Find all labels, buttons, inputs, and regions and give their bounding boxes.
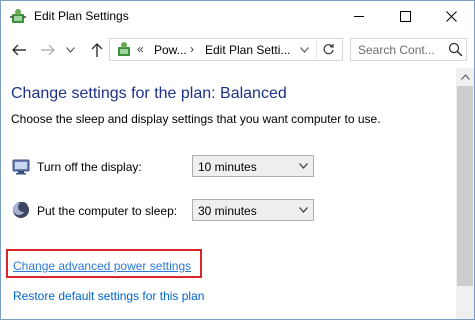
power-options-icon [118, 42, 130, 56]
close-button[interactable] [428, 1, 474, 32]
edit-plan-settings-window: Edit Plan Settings « Pow... › Edit Plan … [0, 0, 475, 320]
chevron-up-icon [460, 73, 470, 80]
close-icon [445, 11, 457, 22]
search-placeholder: Search Cont... [358, 43, 435, 57]
monitor-icon [12, 159, 30, 175]
display-timeout-label: Turn off the display: [37, 160, 142, 174]
content-pane: Change settings for the plan: Balanced C… [1, 68, 456, 319]
back-arrow-icon [12, 44, 26, 56]
search-box[interactable]: Search Cont... [350, 38, 467, 61]
search-icon[interactable] [448, 42, 463, 57]
window-title: Edit Plan Settings [34, 9, 129, 23]
sleep-timeout-label: Put the computer to sleep: [37, 204, 178, 218]
forward-button[interactable] [37, 39, 59, 61]
sleep-timeout-select[interactable]: 30 minutes [192, 199, 314, 221]
chevron-down-icon [299, 46, 309, 53]
navigation-bar: « Pow... › Edit Plan Setti... Search Con… [1, 33, 474, 67]
address-bar[interactable]: « Pow... › Edit Plan Setti... [109, 38, 343, 61]
display-timeout-value: 10 minutes [198, 160, 257, 174]
breadcrumb-power-options[interactable]: Pow... [154, 43, 187, 57]
chevron-down-icon [299, 163, 308, 169]
minimize-button[interactable] [336, 1, 382, 32]
vertical-scrollbar[interactable] [456, 68, 474, 319]
scrollbar-thumb[interactable] [457, 86, 473, 286]
address-dropdown-button[interactable] [296, 41, 312, 58]
maximize-icon [399, 11, 411, 22]
page-subtitle: Choose the sleep and display settings th… [11, 112, 381, 126]
breadcrumb-separator[interactable]: › [190, 42, 194, 56]
forward-arrow-icon [41, 44, 55, 56]
title-bar: Edit Plan Settings [1, 1, 474, 32]
chevron-down-icon [299, 207, 308, 213]
change-advanced-settings-link[interactable]: Change advanced power settings [13, 259, 191, 273]
breadcrumb-edit-plan-settings[interactable]: Edit Plan Setti... [205, 43, 290, 57]
moon-icon [13, 202, 29, 218]
minimize-icon [353, 16, 364, 17]
sleep-timeout-value: 30 minutes [198, 204, 257, 218]
maximize-button[interactable] [382, 1, 428, 32]
refresh-button[interactable] [316, 40, 339, 59]
scroll-up-button[interactable] [456, 68, 474, 85]
chevron-down-icon [65, 47, 75, 53]
breadcrumb-overflow[interactable]: « [137, 42, 144, 56]
up-button[interactable] [86, 39, 108, 61]
recent-locations-button[interactable] [63, 39, 77, 61]
page-title: Change settings for the plan: Balanced [11, 85, 287, 102]
power-options-icon [10, 9, 26, 23]
refresh-icon [322, 44, 334, 55]
up-arrow-icon [91, 43, 103, 57]
back-button[interactable] [8, 39, 30, 61]
restore-defaults-link[interactable]: Restore default settings for this plan [13, 289, 204, 303]
display-timeout-select[interactable]: 10 minutes [192, 155, 314, 177]
